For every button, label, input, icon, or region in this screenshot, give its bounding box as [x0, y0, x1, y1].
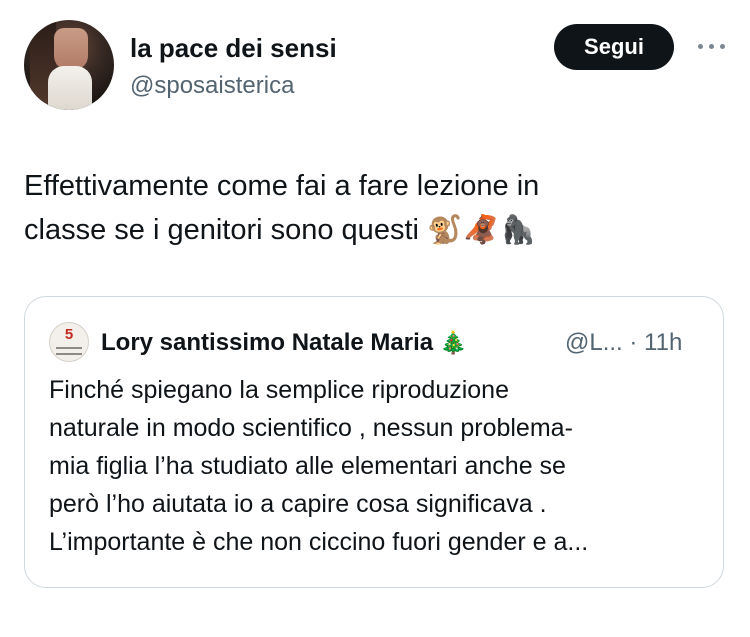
avatar-skin [54, 28, 88, 70]
quoted-display-name[interactable]: Lory santissimo Natale Maria 🎄 [101, 329, 467, 357]
channel-logo-icon: 5 [64, 326, 74, 343]
quoted-tweet-card[interactable]: 5 Lory santissimo Natale Maria 🎄 @L... ·… [24, 296, 724, 588]
quoted-line: naturale in modo scientifico , nessun pr… [49, 414, 573, 442]
author-avatar[interactable] [24, 20, 114, 110]
tweet-line: Effettivamente come fai a fare lezione i… [24, 170, 540, 202]
follow-button[interactable]: Segui [554, 24, 674, 70]
logo-strip [56, 353, 82, 355]
author-handle[interactable]: @sposaisterica [130, 72, 294, 100]
quoted-author-avatar[interactable]: 5 [49, 322, 89, 362]
quoted-line: L’importante è che non ciccino fuori gen… [49, 528, 589, 556]
christmas-tree-icon: 🎄 [439, 330, 468, 355]
monkey-orangutan-gorilla-emoji: 🐒🦧🦍 [427, 214, 538, 245]
quoted-line: mia figlia l’ha studiato alle elementari… [49, 452, 566, 480]
quoted-line: Finché spiegano la semplice riproduzione [49, 376, 509, 404]
quoted-line: però l’ho aiutata io a capire cosa signi… [49, 490, 547, 518]
logo-strip [56, 347, 82, 349]
more-options-icon[interactable] [694, 38, 728, 54]
dot [697, 43, 703, 49]
tweet-line: classe se i genitori sono questi [24, 214, 419, 246]
avatar-dress [48, 66, 92, 110]
quoted-name-text: Lory santissimo Natale Maria [101, 329, 434, 356]
tweet-line-with-emoji: classe se i genitori sono questi 🐒🦧🦍 [24, 208, 714, 252]
quoted-tweet-text: Finché spiegano la semplice riproduzione… [49, 371, 709, 561]
tweet-text: Effettivamente come fai a fare lezione i… [24, 164, 714, 252]
dot [708, 43, 714, 49]
dot [719, 43, 725, 49]
author-display-name[interactable]: la pace dei sensi [130, 33, 337, 64]
quoted-handle-time[interactable]: @L... · 11h [565, 329, 682, 357]
